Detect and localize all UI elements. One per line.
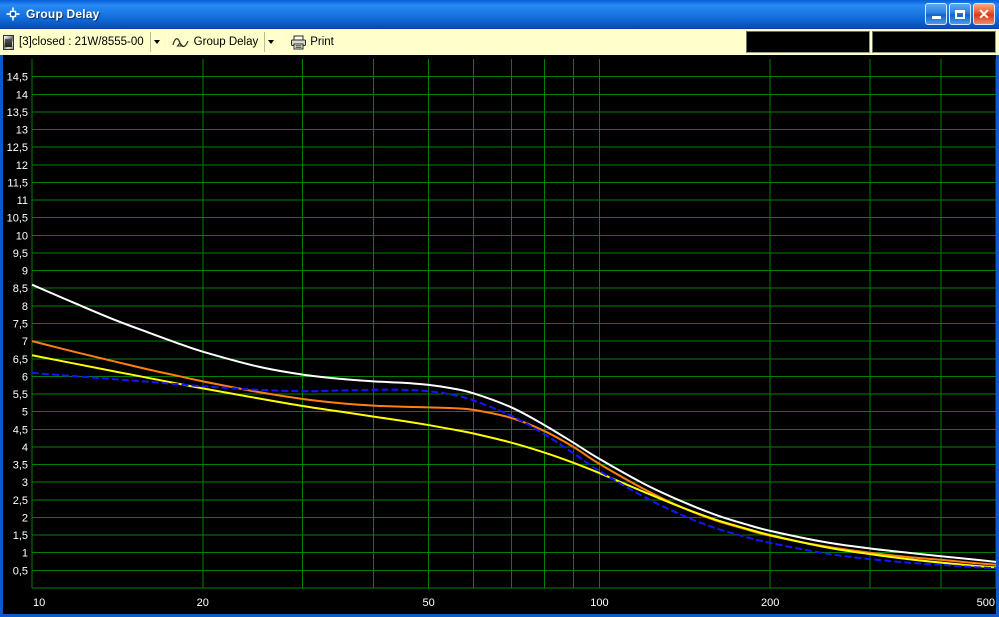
svg-text:4: 4	[22, 442, 28, 454]
svg-text:20: 20	[197, 597, 209, 609]
print-label: Print	[310, 36, 334, 48]
close-icon: ✕	[978, 6, 990, 22]
svg-text:12,5: 12,5	[7, 142, 28, 154]
chevron-down-icon	[153, 40, 160, 44]
svg-text:4,5: 4,5	[13, 424, 28, 436]
svg-text:200: 200	[761, 597, 779, 609]
close-button[interactable]: ✕	[973, 3, 995, 25]
group-delay-chart: 0,511,522,533,544,555,566,577,588,599,51…	[3, 55, 996, 614]
svg-text:14,5: 14,5	[7, 72, 28, 84]
svg-text:11,5: 11,5	[7, 177, 28, 189]
svg-text:11: 11	[17, 195, 28, 207]
window-controls: ✕	[925, 3, 997, 25]
group-delay-window: Group Delay ✕ [3]closed : 21W/8555-00 Gr…	[0, 0, 999, 617]
toolbar-separator-2	[281, 33, 283, 51]
svg-text:10,5: 10,5	[7, 213, 28, 225]
svg-text:1: 1	[22, 548, 28, 560]
driver-icon	[3, 34, 14, 50]
svg-text:1,5: 1,5	[13, 530, 28, 542]
toolbar-info-panels	[746, 31, 999, 53]
svg-text:14: 14	[16, 89, 28, 101]
svg-text:10: 10	[16, 230, 28, 242]
svg-text:9,5: 9,5	[13, 248, 28, 260]
svg-text:3,5: 3,5	[13, 460, 28, 472]
title-bar: Group Delay ✕	[0, 0, 999, 28]
info-panel-2[interactable]	[872, 31, 996, 53]
svg-text:2,5: 2,5	[13, 495, 28, 507]
svg-text:12: 12	[16, 160, 28, 172]
minimize-icon	[931, 16, 941, 19]
svg-text:13: 13	[16, 125, 28, 137]
crosshair-icon	[5, 6, 21, 22]
svg-text:8,5: 8,5	[13, 283, 28, 295]
driver-select[interactable]: [3]closed : 21W/8555-00	[3, 31, 150, 53]
maximize-icon	[955, 9, 965, 19]
svg-text:7: 7	[22, 336, 28, 348]
driver-select-dropdown-arrow[interactable]	[149, 32, 163, 52]
driver-select-group: [3]closed : 21W/8555-00	[3, 31, 163, 53]
plot-canvas: 0,5 1 1,5 2 2,5 3 3,5 4 4,5 5 5,5 6 6,5 7 7,5 8 8,5 9 9,5 1…	[3, 55, 996, 614]
svg-text:6,5: 6,5	[13, 354, 28, 366]
svg-text:13,5: 13,5	[7, 107, 28, 119]
svg-text:0,5: 0,5	[13, 565, 28, 577]
maximize-button[interactable]	[949, 3, 971, 25]
svg-text:8: 8	[22, 301, 28, 313]
svg-text:9: 9	[22, 266, 28, 278]
toolbar: [3]closed : 21W/8555-00 Group Delay Prin…	[0, 28, 999, 55]
svg-text:7,5: 7,5	[13, 319, 28, 331]
window-title: Group Delay	[26, 7, 100, 21]
print-button[interactable]: Print	[286, 31, 338, 53]
plot-area[interactable]: 0,5 1 1,5 2 2,5 3 3,5 4 4,5 5 5,5 6 6,5 7 7,5 8 8,5 9 9,5 1…	[0, 55, 999, 617]
measurement-select[interactable]: Group Delay	[172, 31, 265, 53]
svg-text:5: 5	[22, 407, 28, 419]
svg-text:100: 100	[590, 597, 608, 609]
curve-icon	[172, 35, 190, 49]
measurement-select-value: Group Delay	[193, 36, 259, 48]
chevron-down-icon	[268, 40, 275, 44]
svg-text:50: 50	[422, 597, 434, 609]
toolbar-separator-1	[166, 33, 168, 51]
svg-text:2: 2	[22, 512, 28, 524]
minimize-button[interactable]	[925, 3, 947, 25]
measurement-select-group: Group Delay	[172, 31, 278, 53]
svg-text:6: 6	[22, 371, 28, 383]
info-panel-1[interactable]	[746, 31, 870, 53]
svg-text:5,5: 5,5	[13, 389, 28, 401]
svg-text:3: 3	[22, 477, 28, 489]
svg-text:10: 10	[33, 597, 45, 609]
measurement-select-dropdown-arrow[interactable]	[264, 32, 277, 52]
printer-icon	[290, 35, 307, 50]
svg-text:500: 500	[977, 597, 995, 609]
driver-select-value: [3]closed : 21W/8555-00	[19, 36, 144, 48]
